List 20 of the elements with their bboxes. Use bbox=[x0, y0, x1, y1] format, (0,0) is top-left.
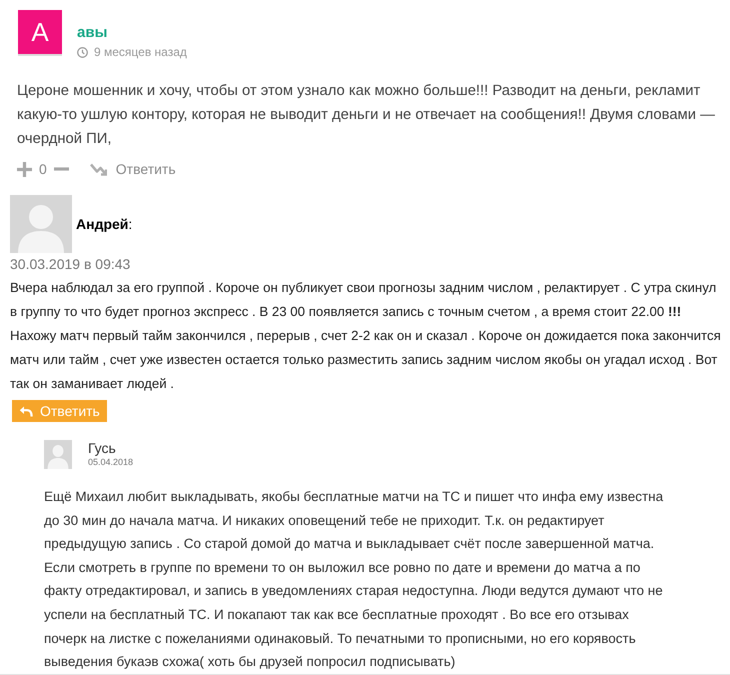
minus-icon[interactable] bbox=[54, 167, 69, 171]
reply-link[interactable]: Ответить bbox=[90, 160, 176, 178]
reply-arrow-icon bbox=[19, 406, 33, 416]
author-name[interactable]: авы bbox=[77, 24, 108, 42]
letter-avatar: А bbox=[18, 10, 62, 56]
avatar-silhouette-icon bbox=[44, 440, 72, 469]
plus-icon[interactable] bbox=[17, 162, 32, 176]
reply-button[interactable]: Ответить bbox=[12, 400, 107, 422]
vote-count: 0 bbox=[39, 160, 47, 178]
forward-arrow-icon bbox=[90, 162, 107, 176]
clock-icon bbox=[77, 46, 88, 58]
comment-date: 30.03.2019 в 09:43 bbox=[10, 255, 130, 274]
author-name: Гусь bbox=[88, 440, 116, 456]
avatar-silhouette-icon bbox=[10, 195, 72, 253]
comment-text: Ещё Михаил любит выкладывать, якобы бесплатные матчи на ТС и пишет что инфа ему известна до 30 мин до начала матча. И никаких оповещений тебе не приходит. Т.к. он редактирует предыдущую запись . Со старой домой до матча и выкладывает счёт после завершенной матча. Если смотреть в группе по времени то он выложил все ровно по дате и времени до матча а по факту отредактировал, и запись в уведомлениях старая недоступна. Люди ведутся думают что не успели на бесплатный ТС. И покапают так как все бесплатные проходят . Во все его отзывах почерк на листке с пожеланиями одинаковый. То печатными то прописными, но его корявость выведения букаэв схожа( хоть бы друзей попросил подписывать) bbox=[44, 488, 664, 672]
comment-time: 9 месяцев назад bbox=[94, 45, 187, 59]
comment-text: Вчера наблюдал за его группой . Короче он публикует свои прогнозы задним числом , релактирует . С утра скинул в группу то что будет прогноз экспресс . В 23 00 появляется запись с точным счетом , а время стоит 22.00 !!! Нахожу матч первый тайм закончился , перерыв , счет 2-2 как он и сказал . Короче он дожидается пока закончится матч или тайм , счет уже известен остается только разместить запись задним числом якобы он угадал исход . Вот так он заманивает людей . bbox=[10, 279, 721, 393]
author-name: Андрей: bbox=[76, 215, 132, 233]
comment-date: 05.04.2018 bbox=[88, 457, 134, 468]
comment-text: Цероне мошенник и хочу, чтобы от этом узнало как можно больше!!! Разводит на деньги, рекламит какую-то ушлую контору, которая не выводит деньги и не отвечает на сообщения!! Двумя словами — очердной ПИ, bbox=[17, 82, 716, 149]
